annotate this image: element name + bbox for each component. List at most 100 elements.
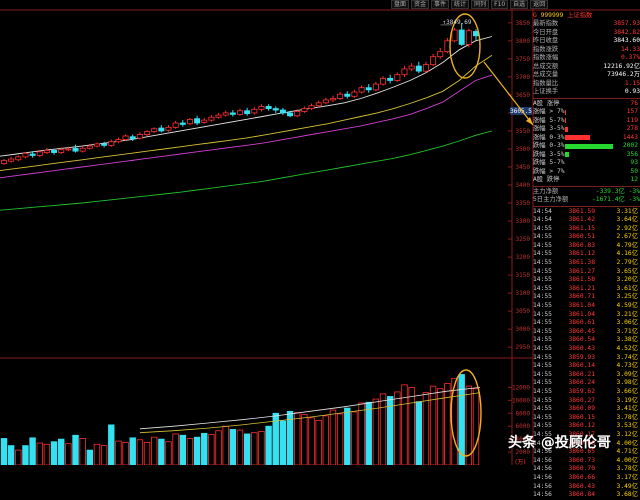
volume-tick-label: 12000 <box>512 384 530 391</box>
candle-body <box>29 153 36 156</box>
tab-2[interactable]: 事件 <box>431 0 450 9</box>
tick-price: 3860.71 <box>568 293 595 301</box>
candle-body <box>136 134 143 139</box>
quote-label: 指数涨幅 <box>533 54 559 61</box>
candle-body <box>186 119 193 125</box>
breadth-label: A股 跌停 <box>533 176 560 183</box>
flow-row: 主力净额 -339.3亿 -3% <box>533 188 640 197</box>
candle-body <box>422 64 429 72</box>
candle-body <box>222 112 229 116</box>
tick-price: 3860.24 <box>568 379 595 387</box>
price-tick-label: 3200 <box>516 254 531 261</box>
quote-label: 指数涨跌 <box>533 45 559 53</box>
volume-bar <box>472 388 480 465</box>
candle-body <box>294 111 301 117</box>
volume-bar <box>379 393 387 465</box>
candle-body <box>86 145 93 149</box>
tick-amount: 3.74亿 <box>616 353 638 361</box>
tick-price: 3860.21 <box>568 370 595 378</box>
breadth-label: 涨幅 > 7% <box>533 108 565 115</box>
price-tick-label: 2950 <box>516 344 531 351</box>
breadth-bar <box>565 135 590 140</box>
quote-label: 上证换手 <box>533 88 559 95</box>
quote-row: 最新指数 3857.93 <box>533 20 640 29</box>
tick-row: 14:55 3860.14 4.73亿 <box>533 362 640 371</box>
divider <box>533 205 640 207</box>
tick-row: 14:55 3861.04 3.21亿 <box>533 311 640 320</box>
volume-bar <box>437 388 444 465</box>
candle-body <box>358 87 365 93</box>
tab-1[interactable]: 资金 <box>411 0 430 9</box>
tick-time: 14:55 <box>533 267 552 275</box>
tick-list[interactable]: 14:54 3861.59 3.31亿 14:54 3861.42 3.64亿 14:55 3… <box>533 208 640 500</box>
toolbar: 盘面 资金 事件 统计 同列 F10 自选 返回 <box>391 0 549 9</box>
flow-label: 5日主力净额 <box>533 196 569 203</box>
candle-body <box>415 65 422 72</box>
volume-bar <box>365 401 372 465</box>
quote-value: 73946.2万 <box>607 71 640 78</box>
volume-bar <box>336 413 344 465</box>
quote-label: 最新指数 <box>533 20 559 27</box>
tick-amount: 3.06亿 <box>616 319 638 327</box>
index-name: 上证指数 <box>567 12 593 19</box>
candle-body <box>251 108 258 114</box>
tick-time: 14:55 <box>533 250 552 258</box>
tick-row: 14:55 3861.12 4.16亿 <box>533 250 640 259</box>
divider <box>533 185 640 187</box>
quote-label: 昨日收盘 <box>533 37 559 44</box>
breadth-count: 93 <box>630 159 638 166</box>
candle-body <box>394 74 401 81</box>
tab-5[interactable]: F10 <box>491 0 509 9</box>
breadth-count: 278 <box>626 125 638 132</box>
volume-bar <box>301 414 308 465</box>
candle-body <box>58 149 65 153</box>
price-tick-label: 3050 <box>516 308 531 315</box>
tab-3[interactable]: 统计 <box>451 0 470 9</box>
volume-bar <box>0 438 8 465</box>
tab-4[interactable]: 同列 <box>471 0 490 9</box>
tick-time: 14:55 <box>533 405 552 413</box>
candle-body <box>301 108 308 112</box>
quote-value: 0.93 <box>624 88 640 95</box>
candle-body <box>229 112 236 115</box>
tick-price: 3860.43 <box>568 482 595 490</box>
candle-body <box>380 77 387 85</box>
volume-bar <box>344 407 351 465</box>
tick-time: 14:55 <box>533 233 552 241</box>
volume-tick-label: 8000 <box>516 410 531 417</box>
volume-bar <box>72 434 79 465</box>
tick-price: 3860.43 <box>568 345 595 352</box>
tick-amount: 3.64亿 <box>616 216 638 224</box>
price-tick-label: 3750 <box>516 56 531 63</box>
tick-time: 14:56 <box>533 465 552 473</box>
tick-row: 14:55 3861.27 3.65亿 <box>533 268 640 277</box>
candle-body <box>101 143 108 146</box>
tick-row: 14:55 3861.04 4.59亿 <box>533 302 640 311</box>
candle-body <box>344 93 351 97</box>
breadth-label: 涨幅 5-7% <box>533 116 565 124</box>
tab-7[interactable]: 返回 <box>530 0 549 9</box>
tick-row: 14:55 3860.12 3.53亿 <box>533 422 640 431</box>
tick-amount: 3.98亿 <box>616 379 638 387</box>
volume-bar <box>315 419 322 465</box>
quote-list: 最新指数 3857.93 今日开盘 3842.82 昨日收盘 3843.60 指数涨跌 14.… <box>533 20 640 97</box>
candle-body <box>165 126 172 131</box>
volume-bar <box>22 445 29 465</box>
volume-bar <box>129 437 136 465</box>
volume-bar <box>279 420 287 465</box>
breadth-row: A股 涨停 76 <box>533 100 640 109</box>
breadth-row: 跌幅 0-3% 2002 <box>533 142 640 151</box>
quote-value: 14.33 <box>621 45 640 53</box>
volume-bar <box>7 445 15 465</box>
volume-bar <box>222 425 229 465</box>
quote-value: 1.15 <box>624 79 640 87</box>
volume-bar <box>251 432 258 465</box>
tick-time: 14:55 <box>533 276 552 284</box>
candle-body <box>151 128 158 133</box>
tab-6[interactable]: 自选 <box>510 0 529 9</box>
candle-body <box>401 68 408 76</box>
breadth-row: 跌幅 > 7% 50 <box>533 168 640 177</box>
tab-0[interactable]: 盘面 <box>391 0 410 9</box>
price-tick-label: 3000 <box>516 326 531 333</box>
price-tick-label: 3500 <box>516 146 531 153</box>
